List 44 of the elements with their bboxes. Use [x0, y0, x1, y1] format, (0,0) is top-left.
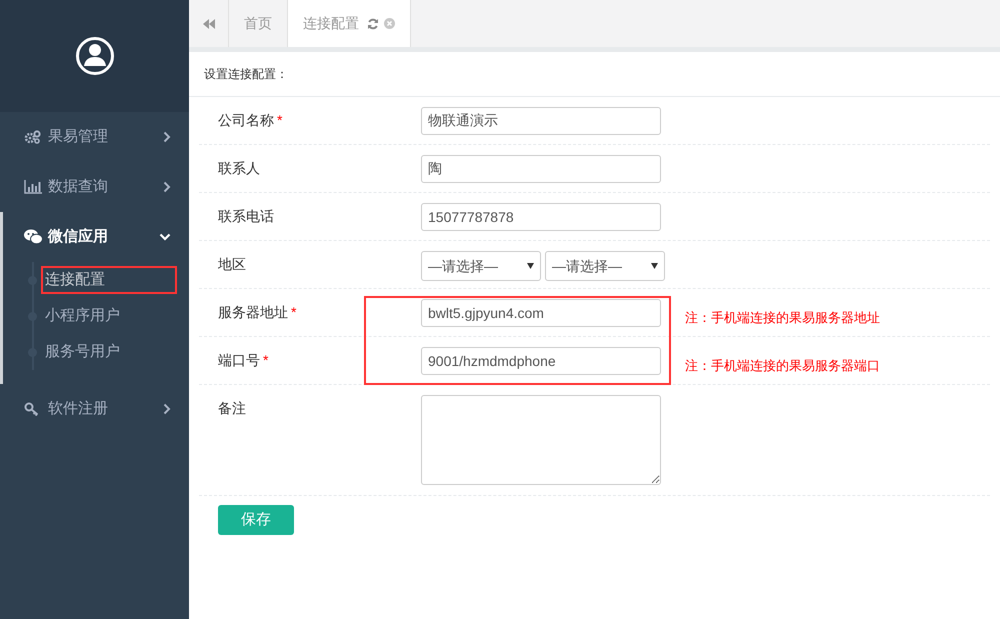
- submenu-item[interactable]: 连接配置: [41, 266, 177, 294]
- field-label: 地区: [218, 255, 246, 274]
- dropdown-arrow-icon: [527, 263, 534, 269]
- field-label: 备注: [218, 399, 246, 418]
- text-field[interactable]: bwlt5.gjpyun4.com: [421, 299, 661, 327]
- submenu-item[interactable]: 服务号用户: [43, 338, 122, 366]
- chevron-right-icon: [163, 131, 171, 143]
- tab-label: 首页: [244, 14, 272, 33]
- field-note: 注：手机端连接的果易服务器端口: [685, 357, 880, 375]
- user-avatar-icon: [74, 36, 114, 76]
- menu-item[interactable]: 微信应用: [3, 212, 189, 262]
- refresh-icon[interactable]: [367, 18, 379, 30]
- field-label: 联系电话: [218, 207, 274, 226]
- text-field[interactable]: 陶: [421, 155, 661, 183]
- dropdown[interactable]: —请选择—: [421, 251, 541, 281]
- field-label: 联系人: [218, 159, 260, 178]
- key-icon: [24, 402, 40, 416]
- menu-item[interactable]: 果易管理: [0, 112, 189, 162]
- dropdown-arrow-icon: [651, 263, 658, 269]
- required-mark: *: [263, 351, 268, 370]
- required-mark: *: [277, 111, 282, 130]
- dropdown[interactable]: —请选择—: [545, 251, 665, 281]
- chat-bubbles-icon: [24, 229, 43, 245]
- form-title: 设置连接配置：: [204, 66, 288, 83]
- submenu-item[interactable]: 小程序用户: [43, 302, 122, 330]
- chevron-down-icon: [159, 233, 171, 241]
- chevron-right-icon: [163, 403, 171, 415]
- field-label: 服务器地址: [218, 303, 288, 322]
- field-label: 端口号: [218, 351, 260, 370]
- field-note: 注：手机端连接的果易服务器地址: [685, 309, 880, 327]
- text-field[interactable]: 9001/hzmdmdphone: [421, 347, 661, 375]
- gears-icon: [24, 130, 41, 144]
- notes-field[interactable]: [421, 395, 661, 485]
- menu-item[interactable]: 数据查询: [0, 162, 189, 212]
- required-mark: *: [291, 303, 296, 322]
- tab-label: 连接配置: [303, 14, 359, 33]
- chevron-right-icon: [163, 181, 171, 193]
- double-left-arrow-icon: [202, 18, 214, 28]
- menu-item[interactable]: 软件注册: [0, 384, 189, 434]
- close-icon[interactable]: [384, 18, 395, 29]
- text-field[interactable]: 物联通演示: [421, 107, 661, 135]
- bar-chart-icon: [24, 180, 42, 194]
- field-label: 公司名称: [218, 111, 274, 130]
- text-field[interactable]: 15077787878: [421, 203, 661, 231]
